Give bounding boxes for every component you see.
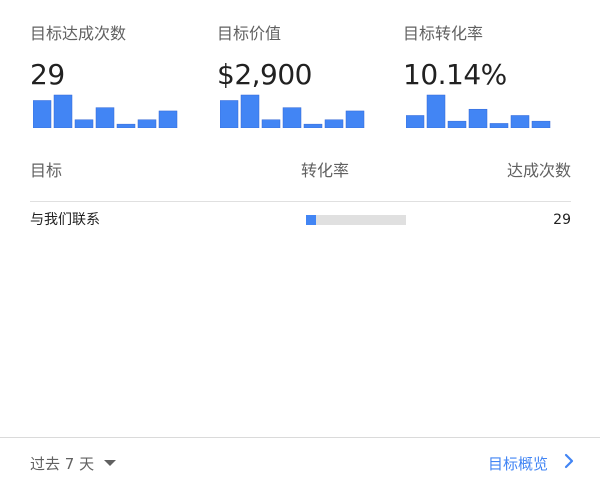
sparkline-bar — [468, 108, 488, 128]
conversion-rate-bar — [306, 215, 406, 225]
sparkline-svg — [33, 94, 178, 128]
goals-overview-link[interactable]: 目标概览 — [488, 450, 574, 476]
header-conversion-rate: 转化率 — [301, 161, 350, 180]
goal-completions: 29 — [553, 212, 571, 228]
sparkline-bar — [531, 120, 551, 128]
sparkline-bar — [303, 123, 323, 128]
card-footer: 过去 7 天 目标概览 — [0, 438, 600, 488]
header-goal: 目标 — [30, 161, 63, 180]
metric-goal-completions[interactable]: 目标达成次数 29 — [30, 22, 200, 92]
metric-goal-conversion-rate[interactable]: 目标转化率 10.14% — [403, 22, 573, 92]
sparkline-bar — [33, 100, 52, 128]
sparkline-bar — [324, 119, 344, 128]
sparkline-bar — [158, 110, 178, 128]
metric-goal-value[interactable]: 目标价值 $2,900 — [217, 22, 387, 92]
header-completions: 达成次数 — [506, 161, 571, 180]
goal-name: 与我们联系 — [30, 212, 100, 228]
metric-label: 目标转化率 — [403, 24, 484, 43]
metric-label: 目标价值 — [217, 24, 282, 43]
sparkline-bar — [53, 94, 73, 128]
sparkline-bar — [240, 94, 260, 128]
sparkline-svg — [406, 94, 551, 128]
sparkline-bar — [510, 115, 530, 128]
goals-card: 目标达成次数 29 目标价值 $2,900 目标转化率 10.14% 目标 转化… — [0, 0, 600, 488]
date-range-label: 过去 7 天 — [30, 454, 95, 473]
date-range-dropdown[interactable]: 过去 7 天 — [30, 450, 117, 476]
goals-table-header: 目标 转化率 达成次数 — [30, 158, 571, 184]
sparkline-goal-value — [220, 92, 366, 128]
metric-value: 10.14% — [403, 58, 507, 91]
metric-label: 目标达成次数 — [30, 24, 127, 43]
metric-value: $2,900 — [217, 58, 312, 91]
sparkline-bar — [95, 107, 115, 128]
conversion-rate-bar-fill — [306, 215, 317, 225]
sparkline-goal-completions — [33, 92, 179, 128]
sparkline-bar — [74, 119, 94, 128]
sparkline-bar — [489, 123, 509, 128]
sparkline-goal-conversion-rate — [406, 92, 552, 128]
table-divider — [30, 201, 571, 202]
sparkline-svg — [220, 94, 365, 128]
sparkline-bar — [447, 120, 467, 128]
metric-value: 29 — [30, 58, 65, 91]
sparkline-bar — [282, 107, 302, 128]
sparkline-bar — [345, 110, 365, 128]
sparkline-bar — [137, 119, 157, 128]
sparkline-bar — [406, 115, 425, 128]
table-row[interactable]: 与我们联系 29 — [30, 206, 571, 234]
chevron-right-icon — [564, 453, 574, 473]
sparkline-bar — [220, 100, 239, 128]
sparkline-bar — [261, 119, 281, 128]
sparkline-bar — [426, 94, 446, 128]
goals-overview-label: 目标概览 — [487, 454, 548, 473]
caret-down-icon — [104, 460, 117, 466]
sparkline-bar — [116, 123, 136, 128]
